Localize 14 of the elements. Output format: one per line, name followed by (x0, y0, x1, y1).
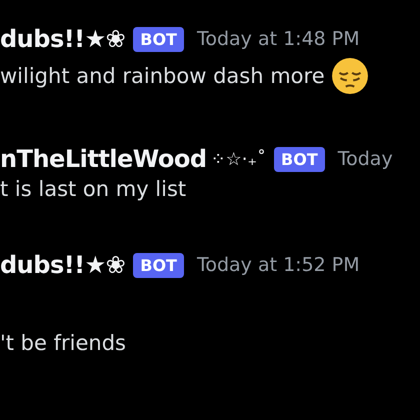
message-text: t is last on my list (0, 177, 186, 201)
username-decoration: ⁘☆·₊˚ (210, 148, 266, 170)
bot-tag: BOT (133, 26, 184, 52)
bot-tag: BOT (274, 146, 325, 172)
username[interactable]: dubs!!★❀ (0, 251, 126, 279)
message-text: wilight and rainbow dash more (0, 64, 325, 88)
username[interactable]: dubs!!★❀ (0, 25, 126, 53)
bot-tag: BOT (133, 252, 184, 278)
timestamp: Today (338, 148, 393, 170)
timestamp: Today at 1:48 PM (196, 28, 360, 50)
message-text: 't be friends (0, 331, 126, 355)
timestamp: Today at 1:52 PM (196, 254, 360, 276)
pensive-face-icon (330, 57, 369, 95)
username[interactable]: nTheLittleWood (0, 145, 207, 173)
